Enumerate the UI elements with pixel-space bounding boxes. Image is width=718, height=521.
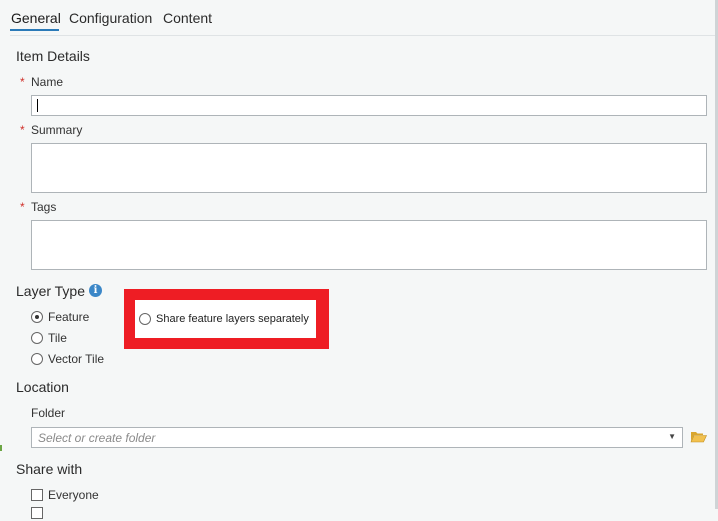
radio-vector-tile[interactable]: Vector Tile [31, 351, 104, 367]
summary-textarea[interactable] [31, 143, 707, 193]
required-marker-name: * [20, 75, 25, 89]
location-heading: Location [16, 379, 69, 395]
radio-feature-circle[interactable] [31, 311, 43, 323]
radio-vector-tile-circle[interactable] [31, 353, 43, 365]
info-icon[interactable]: i [89, 284, 102, 297]
checkbox-next-partial[interactable] [31, 505, 43, 521]
radio-vector-tile-label: Vector Tile [48, 352, 105, 366]
folder-open-icon[interactable] [690, 430, 707, 443]
share-separately-label: Share feature layers separately [156, 313, 309, 325]
checkbox-everyone-label: Everyone [48, 488, 99, 502]
required-marker-summary: * [20, 123, 25, 137]
folder-label: Folder [31, 406, 66, 420]
chevron-down-icon[interactable]: ▼ [668, 432, 676, 441]
folder-select-placeholder: Select or create folder [38, 431, 156, 445]
required-marker-tags: * [20, 200, 25, 214]
tab-bar: General Configuration Content [0, 0, 718, 34]
tab-separator [10, 35, 715, 36]
folder-select[interactable]: Select or create folder ▼ [31, 427, 683, 448]
active-tab-indicator [10, 29, 59, 31]
tab-general[interactable]: General [11, 10, 61, 26]
name-input[interactable] [31, 95, 707, 116]
radio-feature[interactable]: Feature [31, 309, 89, 325]
radio-tile-label: Tile [48, 331, 67, 345]
checkbox-everyone-box[interactable] [31, 489, 43, 501]
radio-feature-label: Feature [48, 310, 90, 324]
share-with-heading: Share with [16, 461, 83, 477]
radio-tile-circle[interactable] [31, 332, 43, 344]
share-feature-layers-separately-option[interactable]: Share feature layers separately [139, 311, 309, 327]
summary-label: Summary [31, 123, 83, 137]
tab-content[interactable]: Content [163, 10, 212, 26]
name-label: Name [31, 75, 64, 89]
tab-configuration[interactable]: Configuration [69, 10, 152, 26]
text-caret [37, 99, 38, 112]
checkbox-everyone[interactable]: Everyone [31, 487, 99, 503]
tags-input[interactable] [31, 220, 707, 270]
radio-tile[interactable]: Tile [31, 330, 67, 346]
item-details-heading: Item Details [16, 48, 90, 64]
share-separately-radio[interactable] [139, 313, 151, 325]
tags-label: Tags [31, 200, 57, 214]
layer-type-heading: Layer Type [16, 283, 86, 299]
left-edge-marker [0, 445, 2, 451]
